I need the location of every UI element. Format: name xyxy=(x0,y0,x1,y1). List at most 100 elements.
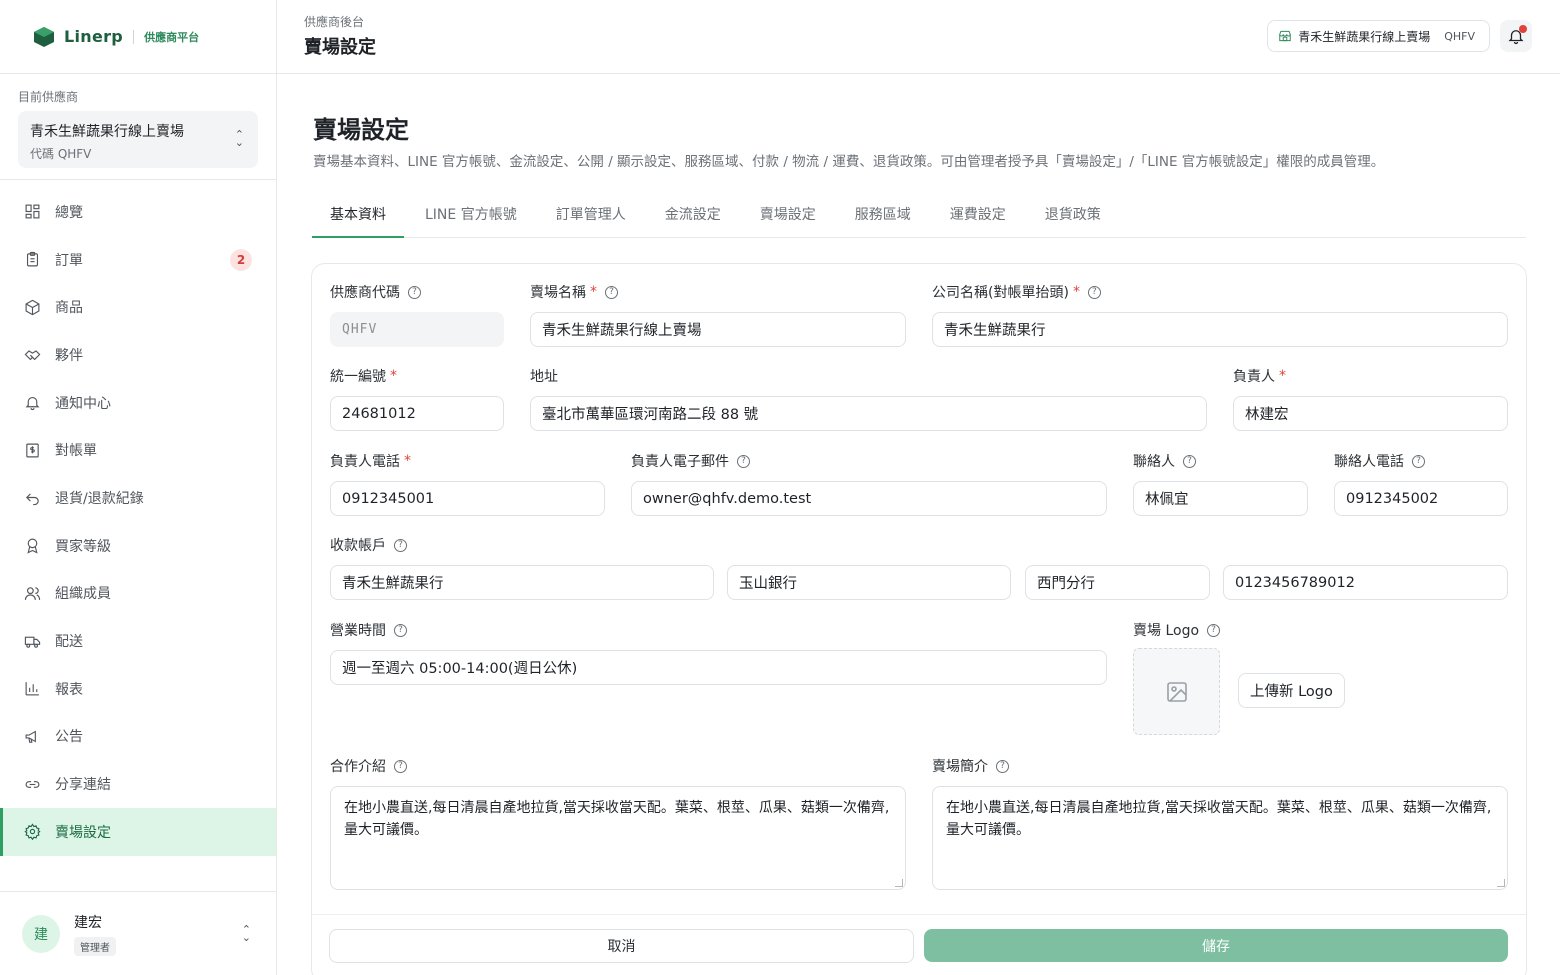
sidebar-item-label: 訂單 xyxy=(55,252,83,269)
vendor-section: 目前供應商 青禾生鮮蔬果行線上賣場 代碼 QHFV ⌃ ⌄ xyxy=(0,74,276,180)
dashboard-icon xyxy=(24,203,41,220)
sidebar-item-notifications[interactable]: 通知中心 xyxy=(0,379,276,427)
required-mark: * xyxy=(1279,368,1286,384)
company-name-input[interactable]: 青禾生鮮蔬果行 xyxy=(932,312,1508,347)
sidebar-item-label: 總覽 xyxy=(55,204,83,221)
help-icon[interactable]: ? xyxy=(996,759,1009,773)
owner-input[interactable]: 林建宏 xyxy=(1233,396,1508,431)
page-title: 賣場設定 xyxy=(313,116,409,144)
address-input[interactable]: 臺北市萬華區環河南路二段 88 號 xyxy=(530,396,1207,431)
cooperation-field: 合作介紹? 在地小農直送,每日清晨自產地拉貨,當天採收當天配。葉菜、根莖、瓜果、… xyxy=(330,756,906,890)
handshake-icon xyxy=(24,346,41,363)
vendor-switcher[interactable]: 青禾生鮮蔬果行線上賣場 代碼 QHFV ⌃ ⌄ xyxy=(18,111,258,168)
help-icon[interactable]: ? xyxy=(1207,623,1221,637)
tab-payment-settings[interactable]: 金流設定 xyxy=(647,198,739,238)
tab-shipping-fees[interactable]: 運費設定 xyxy=(932,198,1024,238)
sidebar-item-reports[interactable]: 報表 xyxy=(0,665,276,713)
help-icon[interactable]: ? xyxy=(605,285,618,299)
sidebar-item-label: 組織成員 xyxy=(55,586,111,603)
help-icon[interactable]: ? xyxy=(394,759,407,773)
store-switcher[interactable]: 青禾生鮮蔬果行線上賣場 QHFV xyxy=(1267,20,1490,52)
field-label: 合作介紹 xyxy=(330,759,386,775)
required-mark: * xyxy=(590,284,597,300)
sidebar-item-label: 分享連結 xyxy=(55,777,111,794)
field-label: 賣場簡介 xyxy=(932,759,988,775)
store-intro-text: 在地小農直送,每日清晨自產地拉貨,當天採收當天配。葉菜、根莖、瓜果、菇類一次備齊… xyxy=(946,800,1492,838)
help-icon[interactable]: ? xyxy=(1087,285,1101,299)
business-hours-input[interactable]: 週一至週六 05:00-14:00(週日公休) xyxy=(330,650,1107,685)
owner-phone-input[interactable]: 0912345001 xyxy=(330,481,605,516)
tab-service-area[interactable]: 服務區域 xyxy=(837,198,929,238)
tab-store-settings[interactable]: 賣場設定 xyxy=(742,198,834,238)
field-label: 收款帳戶 xyxy=(330,538,386,554)
help-icon[interactable]: ? xyxy=(408,285,421,299)
orders-count-badge: 2 xyxy=(230,248,252,271)
tax-id-input[interactable]: 24681012 xyxy=(330,396,504,431)
store-name-input[interactable]: 青禾生鮮蔬果行線上賣場 xyxy=(530,312,906,347)
vendor-code-input: QHFV xyxy=(330,312,504,347)
sidebar-item-statements[interactable]: 對帳單 xyxy=(0,426,276,474)
clipboard-icon xyxy=(24,251,41,268)
store-intro-field: 賣場簡介? 在地小農直送,每日清晨自產地拉貨,當天採收當天配。葉菜、根莖、瓜果、… xyxy=(932,756,1508,890)
contact-input[interactable]: 林佩宜 xyxy=(1133,481,1308,516)
store-intro-textarea[interactable]: 在地小農直送,每日清晨自產地拉貨,當天採收當天配。葉菜、根莖、瓜果、菇類一次備齊… xyxy=(932,786,1508,890)
resize-handle[interactable] xyxy=(895,879,903,887)
bank-name-input[interactable]: 玉山銀行 xyxy=(727,565,1011,600)
sidebar-item-members[interactable]: 組織成員 xyxy=(0,570,276,618)
sidebar-item-share-links[interactable]: 分享連結 xyxy=(0,760,276,808)
owner-email-input[interactable]: owner@qhfv.demo.test xyxy=(631,481,1107,516)
resize-handle[interactable] xyxy=(1497,879,1505,887)
business-hours-field: 營業時間? 週一至週六 05:00-14:00(週日公休) xyxy=(330,620,1107,685)
help-icon[interactable]: ? xyxy=(737,454,750,468)
sidebar-item-buyer-tiers[interactable]: 買家等級 xyxy=(0,522,276,570)
sidebar-item-label: 賣場設定 xyxy=(55,824,111,841)
link-icon xyxy=(24,776,41,793)
tab-order-managers[interactable]: 訂單管理人 xyxy=(538,198,644,238)
sidebar-item-delivery[interactable]: 配送 xyxy=(0,617,276,665)
user-menu[interactable]: 建 建宏 管理者 ⌃ ⌄ xyxy=(0,891,277,975)
bell-icon xyxy=(24,394,41,411)
invoice-icon xyxy=(24,442,41,459)
cancel-button[interactable]: 取消 xyxy=(329,929,914,963)
help-icon[interactable]: ? xyxy=(1183,454,1196,468)
help-icon[interactable]: ? xyxy=(394,538,407,552)
store-name-field: 賣場名稱 *? 青禾生鮮蔬果行線上賣場 xyxy=(530,282,906,347)
bank-branch-input[interactable]: 西門分行 xyxy=(1025,565,1210,600)
sidebar-item-orders[interactable]: 訂單 2 xyxy=(0,236,276,284)
contact-phone-input[interactable]: 0912345002 xyxy=(1334,481,1508,516)
sidebar-item-partners[interactable]: 夥伴 xyxy=(0,331,276,379)
gear-icon xyxy=(24,823,41,841)
cooperation-textarea[interactable]: 在地小農直送,每日清晨自產地拉貨,當天採收當天配。葉菜、根莖、瓜果、菇類一次備齊… xyxy=(330,786,906,890)
main-content: 賣場設定 賣場基本資料、LINE 官方帳號、金流設定、公開 / 顯示設定、服務區… xyxy=(277,74,1560,975)
field-label: 負責人電子郵件 xyxy=(631,454,729,470)
sidebar-item-store-settings[interactable]: 賣場設定 xyxy=(0,807,276,856)
image-icon xyxy=(1166,681,1187,702)
sidebar-item-label: 買家等級 xyxy=(55,538,111,555)
sidebar-item-overview[interactable]: 總覽 xyxy=(0,188,276,236)
field-label: 營業時間 xyxy=(330,623,386,639)
upload-logo-button[interactable]: 上傳新 Logo xyxy=(1238,673,1345,708)
tab-basic-info[interactable]: 基本資料 xyxy=(312,198,404,238)
page-description: 賣場基本資料、LINE 官方帳號、金流設定、公開 / 顯示設定、服務區域、付款 … xyxy=(313,154,1385,170)
help-icon[interactable]: ? xyxy=(1412,454,1425,468)
required-mark: * xyxy=(1072,284,1080,300)
bank-account-number-input[interactable]: 0123456789012 xyxy=(1223,565,1508,600)
bank-account-name-input[interactable]: 青禾生鮮蔬果行 xyxy=(330,565,714,600)
notifications-button[interactable] xyxy=(1500,20,1532,52)
bank-account-field: 收款帳戶? 青禾生鮮蔬果行 玉山銀行 西門分行 0123456789012 xyxy=(330,535,1508,600)
save-button[interactable]: 儲存 xyxy=(924,929,1508,962)
tab-return-policy[interactable]: 退貨政策 xyxy=(1027,198,1119,238)
sidebar-item-announcements[interactable]: 公告 xyxy=(0,713,276,761)
required-mark: * xyxy=(404,453,411,469)
help-icon[interactable]: ? xyxy=(394,623,407,637)
sidebar-item-products[interactable]: 商品 xyxy=(0,283,276,331)
store-chip-name: 青禾生鮮蔬果行線上賣場 xyxy=(1298,29,1431,44)
form-actions: 取消 儲存 xyxy=(312,914,1526,975)
logo-placeholder xyxy=(1133,648,1220,735)
sidebar-item-returns[interactable]: 退貨/退款紀錄 xyxy=(0,474,276,522)
tab-line-official-account[interactable]: LINE 官方帳號 xyxy=(407,198,535,238)
store-icon xyxy=(1279,30,1291,42)
truck-icon xyxy=(24,633,41,650)
required-mark: * xyxy=(390,368,397,384)
sidebar-item-label: 公告 xyxy=(55,729,83,746)
